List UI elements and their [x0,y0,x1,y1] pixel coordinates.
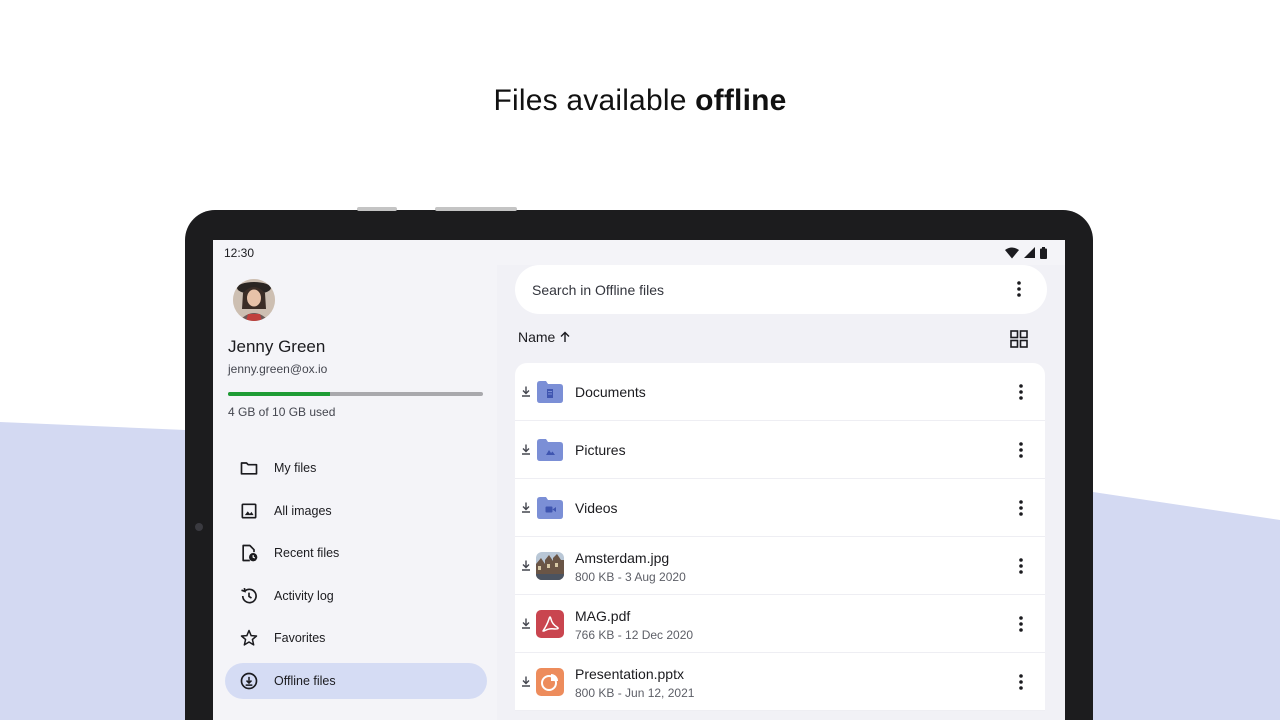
avatar-image [233,279,275,321]
file-row[interactable]: Videos [515,479,1045,537]
image-icon [239,501,259,521]
battery-icon [1040,246,1047,259]
status-icons [1005,246,1047,259]
nav-item-all-images[interactable]: All images [225,493,487,529]
nav-item-favorites[interactable]: Favorites [225,620,487,656]
storage-quota-text: 4 GB of 10 GB used [228,405,336,419]
file-menu-icon[interactable] [1009,380,1033,404]
nav-item-recent-files[interactable]: Recent files [225,535,487,571]
headline-prefix: Files available [493,84,696,117]
offline-download-icon [520,675,532,687]
file-name: MAG.pdf [575,608,631,624]
storage-quota-fill [228,392,330,396]
nav-item-label: Recent files [274,546,340,560]
offline-download-icon [520,385,532,397]
wifi-icon [1005,247,1019,258]
star-icon [239,628,259,648]
file-name: Documents [575,384,646,400]
search-input[interactable] [532,281,972,298]
nav-item-label: Activity log [274,588,334,603]
file-row[interactable]: Documents [515,363,1045,421]
sort-label: Name [518,329,556,345]
nav-item-my-files[interactable]: My files [225,450,487,486]
file-name: Amsterdam.jpg [575,550,670,566]
user-name: Jenny Green [228,337,326,356]
overflow-menu-icon[interactable] [1007,277,1031,301]
file-meta: 800 KB - Jun 12, 2021 [575,686,695,700]
file-row[interactable]: Amsterdam.jpg 800 KB - 3 Aug 2020 [515,537,1045,595]
tablet-camera [195,523,203,531]
offline-download-icon [520,443,532,455]
navigation-drawer: Jenny Green jenny.green@ox.io 4 GB of 10… [213,265,497,720]
status-time: 12:30 [224,245,255,260]
file-meta: 766 KB - 12 Dec 2020 [575,628,694,642]
tablet-button [435,207,517,211]
recent-file-icon [239,543,259,563]
nav-item-offline-files[interactable]: Offline files [225,662,487,699]
storage-quota-bar [228,392,483,396]
nav-list: My files All images Recent files Activit… [225,450,487,705]
nav-item-label: Favorites [274,631,326,645]
file-row[interactable]: Pictures [515,421,1045,479]
presentation-icon [536,668,564,696]
arrow-up-icon [560,331,570,342]
offline-download-icon [239,671,259,691]
folder-icon [239,458,259,478]
page-headline: Files available offline [0,84,1280,118]
file-menu-icon[interactable] [1009,496,1033,520]
folder-pictures-icon [536,436,564,464]
tablet-button [357,207,397,211]
file-browser: Name Documents [497,265,1065,720]
offline-download-icon [520,559,532,571]
app-screen: 12:30 Jenny Green jenny.green@ox.io 4 GB… [213,240,1065,720]
pdf-icon [536,610,564,638]
nav-item-activity-log[interactable]: Activity log [225,578,487,614]
file-row[interactable]: Presentation.pptx 800 KB - Jun 12, 2021 [515,653,1045,711]
image-thumbnail [536,552,564,580]
search-bar[interactable] [515,265,1047,314]
file-list: Documents Pictures Videos Amsterdam.jpg … [515,363,1045,711]
file-name: Pictures [575,442,626,458]
tablet-frame: 12:30 Jenny Green jenny.green@ox.io 4 GB… [185,207,1093,720]
nav-item-label: My files [274,461,317,475]
offline-download-icon [520,501,532,513]
file-name: Videos [575,500,618,516]
status-bar: 12:30 [213,240,1065,265]
grid-view-icon[interactable] [1007,327,1031,351]
nav-item-label: All images [274,503,332,518]
avatar[interactable] [233,279,275,321]
sort-button[interactable]: Name [518,329,571,345]
file-menu-icon[interactable] [1009,670,1033,694]
file-menu-icon[interactable] [1009,612,1033,636]
file-row[interactable]: MAG.pdf 766 KB - 12 Dec 2020 [515,595,1045,653]
folder-documents-icon [536,378,564,406]
offline-download-icon [520,617,532,629]
folder-videos-icon [536,494,564,522]
headline-emphasis: offline [695,84,787,117]
history-icon [239,586,259,606]
user-email: jenny.green@ox.io [228,362,328,376]
file-name: Presentation.pptx [575,666,684,682]
file-menu-icon[interactable] [1009,554,1033,578]
file-meta: 800 KB - 3 Aug 2020 [575,570,686,584]
signal-icon [1024,247,1035,258]
nav-item-label: Offline files [274,673,336,688]
file-menu-icon[interactable] [1009,438,1033,462]
